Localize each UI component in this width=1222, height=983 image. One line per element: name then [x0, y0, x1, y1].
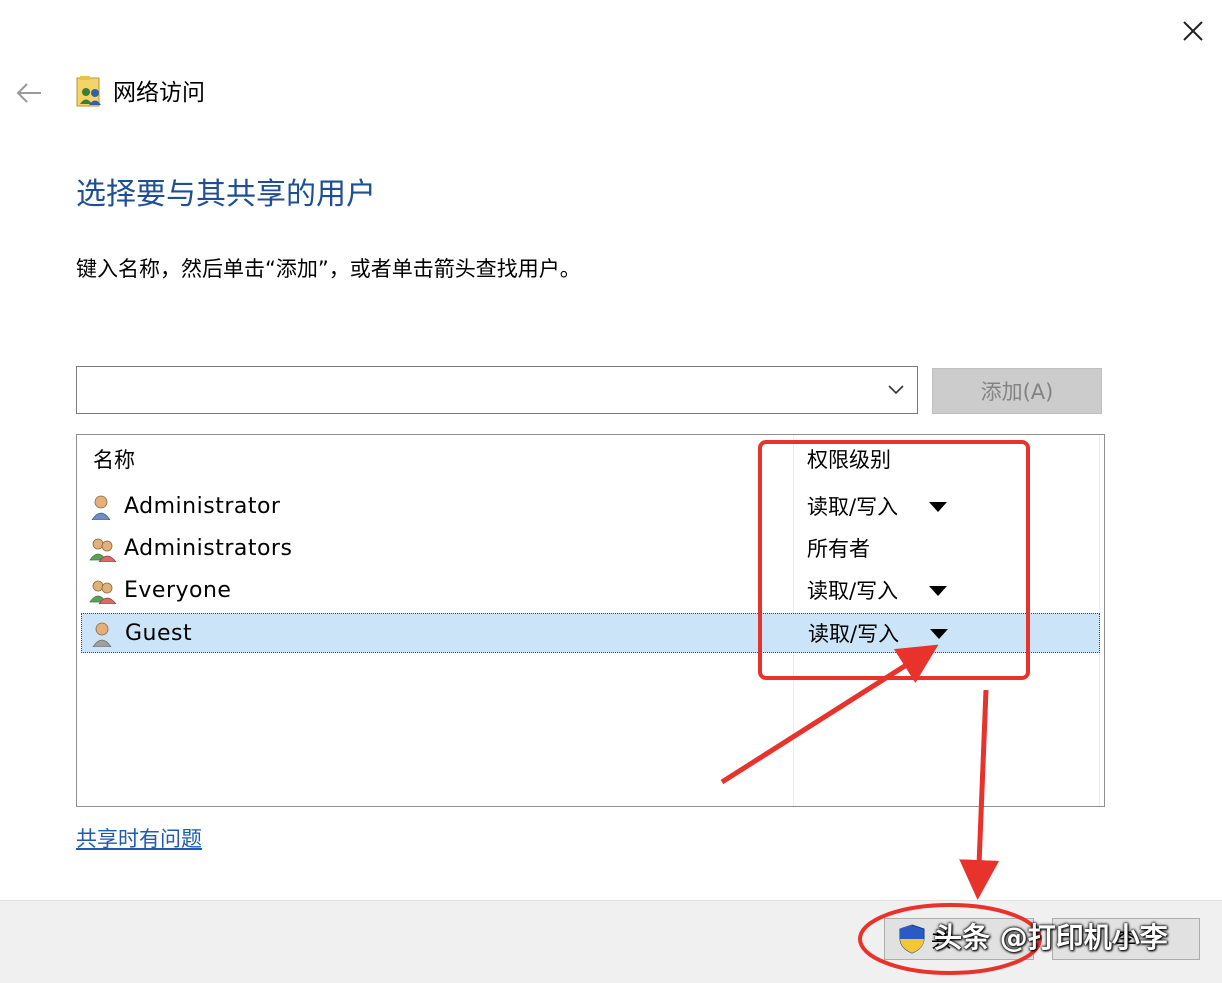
permission-level: 读取/写入: [808, 622, 900, 646]
user-permission-list[interactable]: 名称 权限级别 Administrator 读取/写入 Administrato…: [76, 434, 1105, 807]
share-button[interactable]: 共: [884, 918, 1034, 960]
column-header-name[interactable]: 名称: [93, 445, 135, 475]
user-name-input[interactable]: [83, 373, 877, 409]
single-user-icon: [91, 495, 111, 520]
close-icon: [1183, 21, 1203, 41]
permission-level: 所有者: [807, 537, 870, 561]
instruction-text: 键入名称，然后单击“添加”，或者单击箭头查找用户。: [76, 257, 581, 281]
permission-level: 读取/写入: [807, 495, 899, 519]
back-arrow-icon: [16, 83, 41, 103]
sharing-help-link[interactable]: 共享时有问题: [76, 824, 202, 854]
back-button[interactable]: [12, 76, 46, 110]
window-title: 网络访问: [113, 80, 205, 106]
triangle-down-icon: [930, 629, 948, 639]
add-button[interactable]: 添加(A): [932, 368, 1102, 414]
triangle-down-icon: [929, 586, 947, 596]
network-access-icon: [76, 76, 104, 108]
share-button-label: 共: [931, 928, 952, 952]
cancel-button[interactable]: 李: [1052, 918, 1200, 960]
column-header-permission[interactable]: 权限级别: [807, 445, 891, 475]
group-users-icon: [89, 538, 117, 562]
user-name: Administrator: [124, 494, 281, 519]
combobox-dropdown-button[interactable]: [879, 373, 913, 407]
group-users-icon: [89, 580, 117, 604]
uac-shield-icon: [899, 924, 925, 954]
user-row-administrator[interactable]: Administrator 读取/写入: [81, 487, 1100, 527]
dialog-footer: [0, 900, 1222, 983]
user-row-administrators[interactable]: Administrators 所有者: [81, 529, 1100, 569]
permission-level: 读取/写入: [807, 579, 899, 603]
user-name: Administrators: [124, 536, 293, 561]
user-name: Everyone: [124, 578, 232, 603]
permission-dropdown-button[interactable]: [927, 497, 949, 517]
single-user-icon: [92, 622, 112, 647]
user-row-everyone[interactable]: Everyone 读取/写入: [81, 571, 1100, 611]
close-button[interactable]: [1174, 14, 1212, 48]
user-name-combobox[interactable]: [76, 366, 918, 414]
page-heading: 选择要与其共享的用户: [76, 177, 376, 212]
user-row-guest[interactable]: Guest 读取/写入: [81, 613, 1100, 653]
permission-dropdown-button[interactable]: [927, 581, 949, 601]
chevron-down-icon: [888, 385, 904, 395]
user-name: Guest: [125, 621, 193, 646]
permission-dropdown-button[interactable]: [928, 624, 950, 644]
triangle-down-icon: [929, 502, 947, 512]
